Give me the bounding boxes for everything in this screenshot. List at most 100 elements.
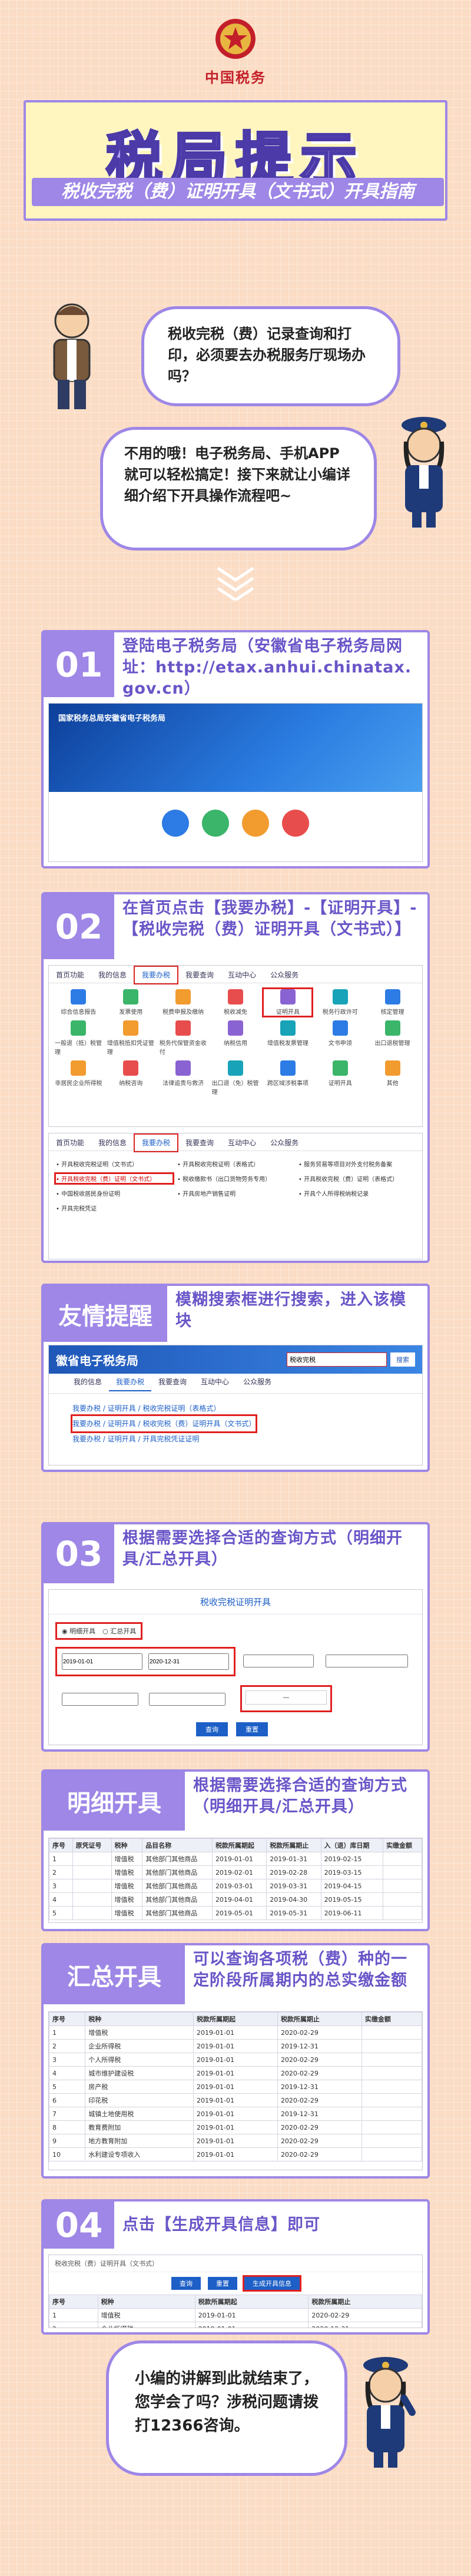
function-item[interactable]: 文书申领 [316,1020,364,1056]
function-item[interactable]: 出口退税管理 [369,1020,416,1056]
tab-do-tax[interactable]: 我要办税 [134,966,179,984]
tab-do-tax-2[interactable]: 我要办税 [134,1133,179,1152]
table-row[interactable]: 7 城镇土地使用税 2019-01-01 2019-12-31 [49,2107,422,2121]
menu-item[interactable]: • 开具税收完税证明（表格式） [177,1159,294,1168]
tab-interact-3[interactable]: 互动中心 [194,1374,236,1390]
radio-summary[interactable]: ○ 汇总开具 [102,1626,136,1636]
summary-text: 可以查询各项税（费）种的一定阶段所属期内的总实缴金额 [193,1950,407,1990]
table-row[interactable]: 2 企业所得税 2019-01-01 2019-12-31 [49,2039,422,2053]
function-item[interactable]: 其他 [369,1060,416,1096]
function-item[interactable]: 证明开具 [316,1060,364,1096]
table-row[interactable]: 10 水利建设专项收入 2019-01-01 2020-02-29 [49,2147,422,2161]
function-item[interactable]: 法律追责与救济 [160,1060,207,1096]
query-icon[interactable] [242,810,269,837]
table-row[interactable]: 6 印花税 2019-01-01 2020-02-29 [49,2093,422,2107]
tab-interact-2[interactable]: 互动中心 [221,1135,263,1151]
function-label: 增值税发票管理 [267,1040,309,1047]
function-item[interactable]: 综合信息报告 [55,989,102,1016]
search-result-3[interactable]: 我要办税 / 证明开具 / 开具完税凭证证明 [72,1431,399,1447]
function-item[interactable]: 税收减免 [212,989,260,1016]
table-row[interactable]: 9 地方教育附加 2019-01-01 2020-02-29 [49,2134,422,2148]
table-row[interactable]: 5 增值税 其他部门其他商品 2019-05-01 2019-05-31 2019-06-… [49,1906,422,1920]
table-cell: 2020-02-29 [277,2134,362,2148]
tab-my-info[interactable]: 我的信息 [91,967,134,983]
table-cell: 2019-12-31 [277,2080,362,2094]
table-cell: 2020-02-29 [277,2066,362,2080]
title-banner: 税局提示 税收完税（费）证明开具（文书式）开具指南 [24,100,447,221]
tax-type-select[interactable]: — [240,1685,332,1712]
table-row[interactable]: 1 增值税 2019-01-01 2020-02-29 [49,2308,422,2322]
function-item[interactable]: 证明开具 [262,987,314,1017]
function-item[interactable]: 出口退（免）税管理 [212,1060,260,1096]
function-item[interactable]: 增值税发票管理 [264,1020,311,1056]
column-header: 序号 [49,1838,73,1852]
tab-query-3[interactable]: 我要查询 [151,1374,194,1390]
table-row[interactable]: 4 城市维护建设税 2019-01-01 2020-02-29 [49,2066,422,2080]
function-item[interactable]: 跨区域涉税事项 [264,1060,311,1096]
warehouse-date-to[interactable] [326,1655,408,1667]
voucher-number-field[interactable] [62,1693,138,1706]
table-row[interactable]: 3 增值税 其他部门其他商品 2019-03-01 2019-03-31 2019-04-… [49,1879,422,1893]
tab-do-tax-3[interactable]: 我要办税 [109,1374,152,1391]
query-button[interactable]: 查询 [196,1722,228,1736]
tab-query-2[interactable]: 我要查询 [178,1135,221,1151]
tab-my-info-2[interactable]: 我的信息 [91,1135,134,1151]
function-item[interactable]: 纳税咨询 [107,1060,155,1096]
reset-button[interactable]: 重置 [236,1722,268,1736]
function-item[interactable]: 非居民企业所得税 [55,1060,102,1096]
generate-info-button[interactable]: 生成开具信息 [243,2275,301,2292]
tax-type-dropdown[interactable]: — [246,1690,327,1705]
function-item[interactable]: 增值税抵扣凭证管理 [107,1020,155,1056]
date-to-field[interactable] [148,1653,229,1670]
radio-detail[interactable]: ◉ 明细开具 [62,1626,95,1636]
tab-home-2[interactable]: 首页功能 [49,1135,91,1151]
tab-query[interactable]: 我要查询 [178,967,221,983]
function-item[interactable]: 纳税信用 [212,1020,260,1056]
warehouse-date-from[interactable] [243,1655,314,1667]
menu-item[interactable]: • 开具税收完税证明（文书式） [56,1159,173,1168]
menu-item[interactable]: • 开具个人所得税纳税记录 [298,1189,415,1198]
query-button-2[interactable]: 查询 [171,2277,201,2290]
tab-home[interactable]: 首页功能 [49,967,91,983]
notice-icon[interactable] [282,810,309,837]
tab-interact[interactable]: 互动中心 [221,967,263,983]
menu-item[interactable]: • 开具税收完税（费）证明（文书式） [54,1172,174,1185]
reset-button-2[interactable]: 重置 [208,2277,237,2290]
menu-item[interactable]: • 中国税收居民身份证明 [56,1189,173,1198]
query-form-screenshot: 税收完税证明开具 ◉ 明细开具 ○ 汇总开具 — 查询 重置 [48,1589,423,1745]
step-1-card: 01 登陆电子税务局（安徽省电子税务局网址：http://etax.anhui.… [41,630,430,868]
menu-item[interactable]: • 开具房地产销售证明 [177,1189,294,1198]
function-item[interactable]: 发票使用 [107,989,155,1016]
search-result-2[interactable]: 我要办税 / 证明开具 / 税收完税（费）证明开具（文书式） [70,1414,258,1433]
voucher-number-to-field[interactable] [149,1693,225,1706]
table-row[interactable]: 5 房产税 2019-01-01 2019-12-31 [49,2080,422,2094]
table-row[interactable]: 1 增值税 2019-01-01 2020-02-29 [49,2025,422,2040]
function-item[interactable]: 税务代保管资金收付 [160,1020,207,1056]
search-input[interactable] [287,1352,387,1367]
function-item[interactable]: 税务行政许可 [316,989,364,1016]
table-cell: 2019-01-01 [193,2066,278,2080]
menu-item[interactable]: • 开具税收完税（费）证明（表格式） [298,1174,415,1183]
tab-public-2[interactable]: 公众服务 [263,1135,306,1151]
menu-item[interactable]: • 服务贸易等项目对外支付税务备案 [298,1159,415,1168]
login-icon[interactable] [162,810,189,837]
table-row[interactable]: 2 增值税 其他部门其他商品 2019-02-01 2019-02-28 2019-03-… [49,1865,422,1879]
service-icon[interactable] [202,810,229,837]
table-row[interactable]: 1 增值税 其他部门其他商品 2019-01-01 2019-01-31 2019-02-… [49,1852,422,1866]
tab-my-info-3[interactable]: 我的信息 [67,1374,109,1390]
menu-item[interactable]: • 税收缴款书（出口货物劳务专用） [177,1174,294,1183]
function-item[interactable]: 核定管理 [369,989,416,1016]
tab-public-3[interactable]: 公众服务 [236,1374,278,1390]
table-row[interactable]: 2企业所得税2019-01-012020-12-31 [49,2322,422,2328]
function-item[interactable]: 一般退（抵）税管理 [55,1020,102,1056]
search-result-1[interactable]: 我要办税 / 证明开具 / 税收完税证明（表格式） [72,1401,399,1416]
table-cell: 城镇土地使用税 [85,2107,194,2121]
tab-public[interactable]: 公众服务 [263,967,306,983]
date-from-field[interactable] [62,1653,142,1670]
function-item[interactable]: 税费申报及缴纳 [160,989,207,1016]
table-row[interactable]: 8 教育费附加 2019-01-01 2020-02-29 [49,2120,422,2134]
search-button[interactable]: 搜索 [390,1352,415,1367]
menu-item[interactable]: • 开具完税凭证 [56,1204,173,1212]
table-row[interactable]: 4 增值税 其他部门其他商品 2019-04-01 2019-04-30 2019-05-… [49,1892,422,1907]
table-row[interactable]: 3 个人所得税 2019-01-01 2020-02-29 [49,2053,422,2067]
